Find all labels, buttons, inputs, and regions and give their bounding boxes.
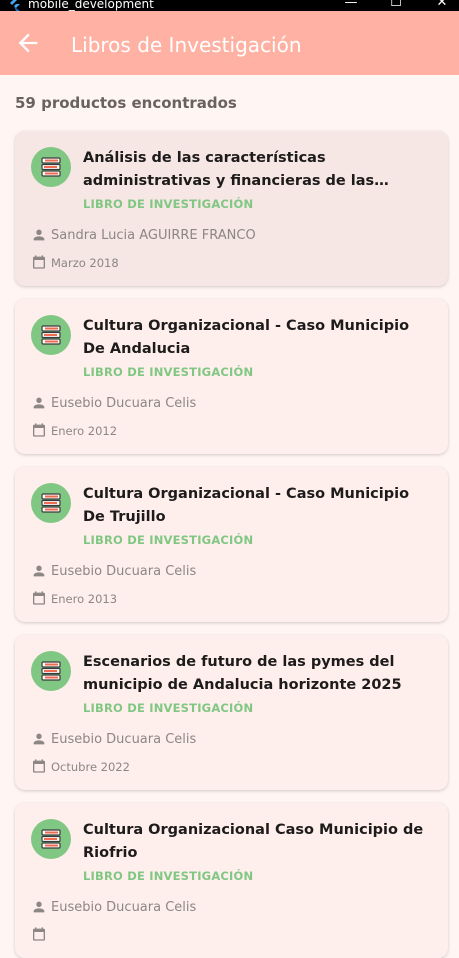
book-avatar [31, 483, 71, 523]
calendar-icon [33, 591, 45, 605]
book-stack-icon [41, 829, 61, 849]
calendar-icon [33, 255, 45, 269]
book-stack-icon [41, 325, 61, 345]
person-icon [33, 397, 45, 409]
book-author: Eusebio Ducuara Celis [51, 396, 197, 411]
book-card[interactable]: Cultura Organizacional Caso Municipio de… [15, 803, 448, 958]
minimize-button[interactable]: — [336, 0, 366, 11]
book-title: Cultura Organizacional - Caso Municipio … [83, 318, 410, 357]
book-card[interactable]: Escenarios de futuro de las pymes del mu… [15, 635, 448, 790]
person-icon [33, 901, 45, 913]
app-bar: Libros de Investigación [0, 11, 459, 75]
window-titlebar: mobile_development — ☐ ✕ [0, 0, 459, 11]
book-date: Octubre 2022 [51, 760, 130, 774]
book-type-label: LIBRO DE INVESTIGACIÓN [83, 869, 254, 883]
book-author: Sandra Lucia AGUIRRE FRANCO [51, 228, 256, 243]
book-title: Análisis de las características administ… [83, 150, 375, 189]
page-title: Libros de Investigación [71, 33, 302, 57]
book-card[interactable]: Cultura Organizacional - Caso Municipio … [15, 467, 448, 622]
maximize-button[interactable]: ☐ [381, 0, 411, 11]
book-author: Eusebio Ducuara Celis [51, 732, 197, 747]
book-author: Eusebio Ducuara Celis [51, 564, 197, 579]
person-icon [33, 565, 45, 577]
book-date: Enero 2013 [51, 592, 118, 606]
book-avatar [31, 651, 71, 691]
book-title: Cultura Organizacional Caso Municipio de… [83, 822, 424, 861]
book-author: Eusebio Ducuara Celis [51, 900, 197, 915]
book-avatar [31, 147, 71, 187]
book-type-label: LIBRO DE INVESTIGACIÓN [83, 197, 254, 211]
flutter-logo-icon [10, 0, 20, 11]
book-date: Marzo 2018 [51, 256, 119, 270]
book-type-label: LIBRO DE INVESTIGACIÓN [83, 533, 254, 547]
book-stack-icon [41, 157, 61, 177]
book-stack-icon [41, 661, 61, 681]
calendar-icon [33, 759, 45, 773]
book-title: Escenarios de futuro de las pymes del mu… [83, 654, 402, 693]
person-icon [33, 229, 45, 241]
window-title: mobile_development [28, 0, 154, 11]
calendar-icon [33, 927, 45, 941]
book-title: Cultura Organizacional - Caso Municipio … [83, 486, 410, 525]
book-type-label: LIBRO DE INVESTIGACIÓN [83, 365, 254, 379]
close-button[interactable]: ✕ [427, 0, 457, 11]
book-card[interactable]: Cultura Organizacional - Caso Municipio … [15, 299, 448, 454]
results-count: 59 productos encontrados [15, 94, 237, 112]
calendar-icon [33, 423, 45, 437]
person-icon [33, 733, 45, 745]
book-avatar [31, 315, 71, 355]
book-stack-icon [41, 493, 61, 513]
book-type-label: LIBRO DE INVESTIGACIÓN [83, 701, 254, 715]
book-card[interactable]: Análisis de las características administ… [15, 131, 448, 286]
back-arrow-icon[interactable] [14, 29, 42, 57]
book-avatar [31, 819, 71, 859]
book-date: Enero 2012 [51, 424, 118, 438]
